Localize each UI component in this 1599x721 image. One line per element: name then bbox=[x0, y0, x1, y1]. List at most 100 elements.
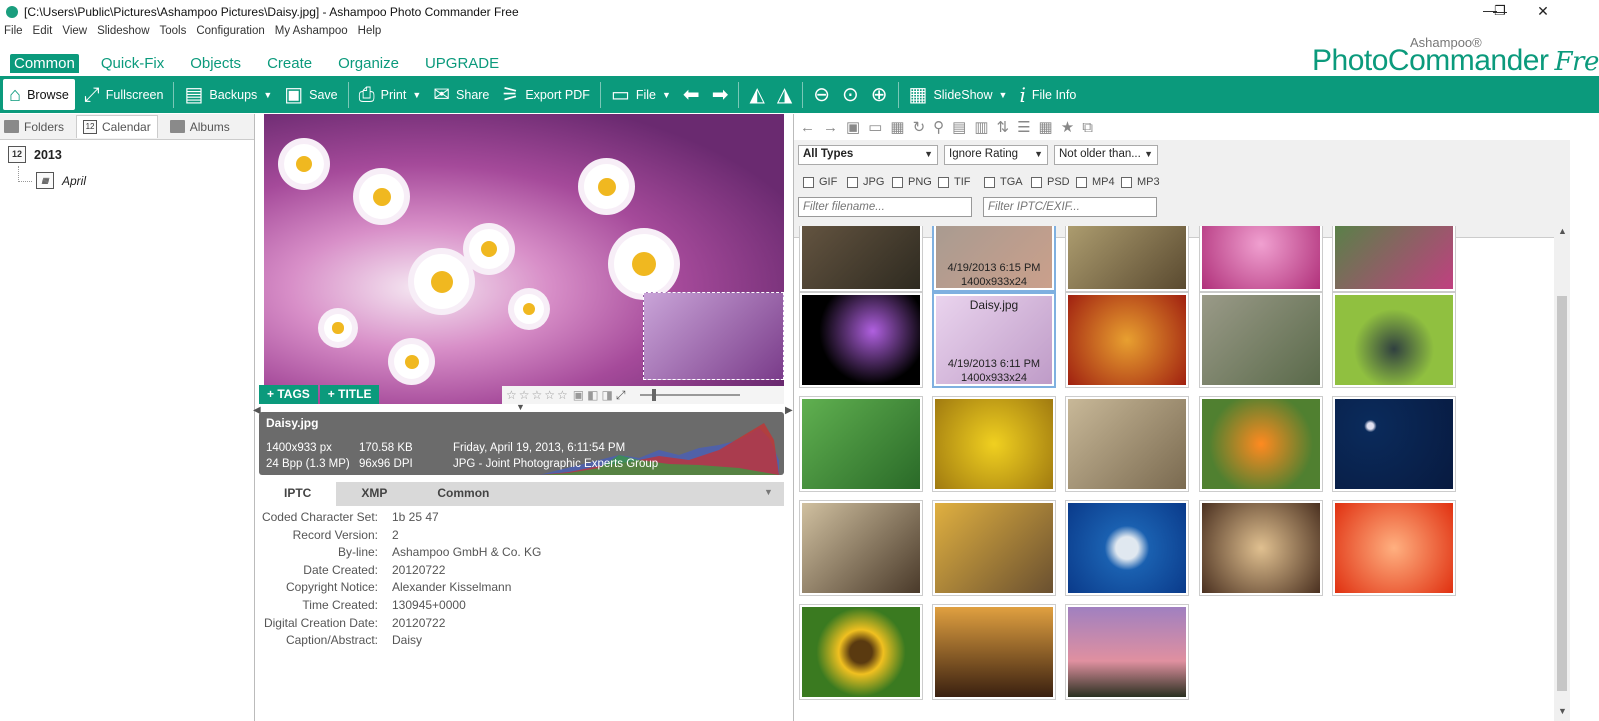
tab-xmp[interactable]: XMP bbox=[336, 482, 412, 506]
zoom-slider-knob[interactable] bbox=[652, 389, 657, 401]
add-tags-button[interactable]: + TAGS bbox=[259, 385, 318, 404]
chevron-right-icon[interactable]: ▶ bbox=[785, 405, 793, 416]
tab-objects[interactable]: Objects bbox=[186, 54, 245, 73]
browse-button[interactable]: ⌂ Browse bbox=[3, 79, 75, 110]
age-select[interactable]: Not older than... ▼ bbox=[1054, 145, 1158, 165]
menu-my-ashampoo[interactable]: My Ashampoo bbox=[275, 25, 348, 43]
thumbnail[interactable] bbox=[799, 226, 923, 292]
image-preview[interactable] bbox=[264, 114, 784, 404]
rotate-left-button[interactable]: ◭ bbox=[743, 76, 770, 113]
slideshow-button[interactable]: ▦ SlideShow ▼ bbox=[903, 76, 1014, 113]
file-info-button[interactable]: i File Info bbox=[1013, 76, 1082, 113]
meta-value[interactable]: 1b 25 47 bbox=[392, 510, 439, 528]
tree-item-month[interactable]: ▦ April bbox=[36, 172, 86, 189]
thumbnail[interactable] bbox=[799, 500, 923, 596]
thumbnail[interactable] bbox=[1199, 396, 1323, 492]
thumbnail[interactable] bbox=[1065, 500, 1189, 596]
checkbox-psd[interactable]: PSD bbox=[1031, 176, 1070, 188]
add-title-button[interactable]: + TITLE bbox=[319, 385, 380, 404]
folder-icon[interactable]: ▤ bbox=[952, 118, 966, 136]
print-button[interactable]: ⎙ Print ▼ bbox=[353, 76, 428, 113]
rating-stars[interactable]: ☆☆☆☆☆ bbox=[506, 388, 570, 402]
checkbox-box[interactable] bbox=[892, 176, 903, 188]
meta-value[interactable]: Alexander Kisselmann bbox=[392, 580, 511, 598]
thumbnail[interactable] bbox=[1199, 292, 1323, 388]
scroll-up-icon[interactable]: ▲ bbox=[1558, 226, 1567, 236]
tab-common[interactable]: Common bbox=[10, 53, 79, 73]
menu-configuration[interactable]: Configuration bbox=[196, 25, 264, 43]
filename-filter-input[interactable] bbox=[798, 197, 972, 217]
scrollbar-thumb[interactable] bbox=[1557, 296, 1567, 691]
thumbnail[interactable] bbox=[1332, 500, 1456, 596]
tab-calendar[interactable]: 12 Calendar bbox=[76, 115, 158, 138]
thumbnail-selected[interactable]: 4/19/2013 6:15 PM 1400x933x24 bbox=[932, 226, 1056, 292]
iptc-filter-input[interactable] bbox=[983, 197, 1157, 217]
grid-icon[interactable]: ▦ bbox=[890, 118, 904, 136]
thumbnail[interactable] bbox=[1199, 500, 1323, 596]
fit-icon[interactable]: ⤢ bbox=[616, 388, 626, 403]
checkbox-gif[interactable]: GIF bbox=[803, 176, 837, 188]
folder-up-icon[interactable]: ▣ bbox=[846, 118, 860, 136]
thumbnail[interactable] bbox=[1065, 226, 1189, 292]
copy-icon[interactable]: ⧉ bbox=[1082, 119, 1093, 136]
thumbnail[interactable] bbox=[1332, 292, 1456, 388]
thumbnail[interactable] bbox=[799, 396, 923, 492]
share-button[interactable]: ✉ Share bbox=[427, 76, 495, 113]
checkbox-tga[interactable]: TGA bbox=[984, 176, 1023, 188]
vertical-scrollbar[interactable]: ▲ ▼ bbox=[1554, 226, 1570, 721]
meta-value[interactable]: 20120722 bbox=[392, 616, 445, 634]
forward-icon[interactable]: → bbox=[823, 119, 838, 136]
list-icon[interactable]: ☰ bbox=[1017, 118, 1030, 136]
checkbox-mp3[interactable]: MP3 bbox=[1121, 176, 1160, 188]
tree-item-year[interactable]: 12 2013 bbox=[8, 146, 62, 163]
checkbox-tif[interactable]: TIF bbox=[938, 176, 971, 188]
thumbnail[interactable] bbox=[1065, 604, 1189, 700]
meta-value[interactable]: 20120722 bbox=[392, 563, 445, 581]
checkbox-mp4[interactable]: MP4 bbox=[1076, 176, 1115, 188]
chevron-down-icon[interactable]: ▼ bbox=[764, 487, 773, 497]
tab-common-meta[interactable]: Common bbox=[412, 482, 514, 506]
meta-value[interactable]: 130945+0000 bbox=[392, 598, 466, 616]
tab-quick-fix[interactable]: Quick-Fix bbox=[97, 54, 168, 73]
thumbnail[interactable] bbox=[932, 500, 1056, 596]
tab-folders[interactable]: Folders bbox=[4, 120, 64, 134]
close-button[interactable]: ✕ bbox=[1525, 0, 1561, 22]
menu-help[interactable]: Help bbox=[358, 25, 382, 43]
thumbnail-daisy[interactable]: Daisy.jpg 4/19/2013 6:11 PM 1400x933x24 bbox=[932, 292, 1056, 388]
thumbnail[interactable] bbox=[932, 604, 1056, 700]
tab-organize[interactable]: Organize bbox=[334, 54, 403, 73]
thumbnail[interactable] bbox=[1065, 292, 1189, 388]
navigator-minimap[interactable] bbox=[643, 292, 784, 380]
folder-new-icon[interactable]: ▥ bbox=[974, 118, 988, 136]
menu-slideshow[interactable]: Slideshow bbox=[97, 25, 149, 43]
checkbox-box[interactable] bbox=[847, 176, 858, 188]
thumbnail[interactable] bbox=[799, 604, 923, 700]
menu-edit[interactable]: Edit bbox=[33, 25, 53, 43]
sort-icon[interactable]: ⇅ bbox=[997, 118, 1010, 136]
restore-button[interactable]: ❐ bbox=[1482, 0, 1518, 22]
menu-file[interactable]: File bbox=[4, 25, 23, 43]
backups-button[interactable]: ▤ Backups ▼ bbox=[178, 76, 278, 113]
zoom-fit-button[interactable]: ⊙ bbox=[836, 76, 865, 113]
search-icon[interactable]: ⚲ bbox=[933, 118, 944, 136]
save-button[interactable]: ▣ Save bbox=[278, 76, 343, 113]
panel-icon[interactable]: ▭ bbox=[868, 118, 882, 136]
zoom-out-button[interactable]: ⊖ bbox=[807, 76, 836, 113]
export-pdf-button[interactable]: ⚞ Export PDF bbox=[495, 76, 596, 113]
checkbox-box[interactable] bbox=[984, 176, 995, 188]
checkbox-box[interactable] bbox=[1076, 176, 1087, 188]
fullscreen-button[interactable]: ⤢ Fullscreen bbox=[78, 76, 170, 113]
back-icon[interactable]: ← bbox=[800, 119, 815, 136]
rating-select[interactable]: Ignore Rating ▼ bbox=[944, 145, 1048, 165]
compare-alt-icon[interactable]: ◨ bbox=[601, 388, 612, 402]
checkbox-jpg[interactable]: JPG bbox=[847, 176, 884, 188]
next-button[interactable]: ➡ bbox=[706, 76, 735, 113]
meta-value[interactable]: Ashampoo GmbH & Co. KG bbox=[392, 545, 541, 563]
tab-create[interactable]: Create bbox=[263, 54, 316, 73]
thumbnail[interactable] bbox=[932, 396, 1056, 492]
file-menu-button[interactable]: ▭ File ▼ bbox=[605, 76, 677, 113]
compare-icon[interactable]: ◧ bbox=[587, 388, 598, 402]
checkbox-box[interactable] bbox=[803, 176, 814, 188]
scroll-down-icon[interactable]: ▼ bbox=[1558, 706, 1567, 716]
thumbnail[interactable] bbox=[1199, 226, 1323, 292]
